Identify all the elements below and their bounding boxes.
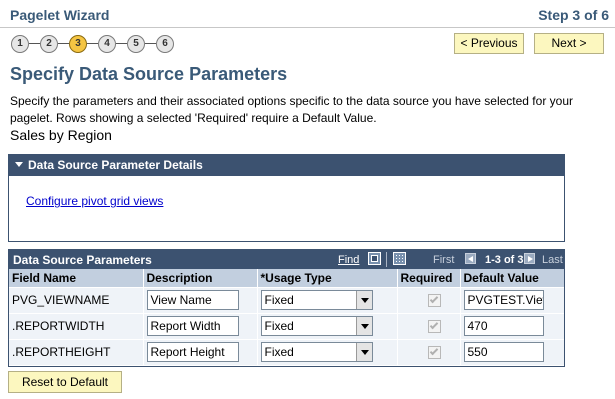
collapse-triangle-icon[interactable] — [15, 162, 23, 167]
step-indicator-label: Step 3 of 6 — [538, 7, 609, 23]
row-count: 1-3 of 3 — [485, 254, 524, 266]
step-4: 4 — [98, 35, 116, 53]
column-header-default-value: Default Value — [460, 269, 564, 288]
step-1: 1 — [11, 35, 29, 53]
step-3-current: 3 — [69, 35, 87, 53]
usage-type-select[interactable]: Fixed — [260, 290, 373, 310]
column-header-field-name: Field Name — [9, 269, 144, 288]
default-value-input[interactable]: PVGTEST.View — [463, 290, 544, 310]
description-input[interactable]: Report Width — [146, 316, 239, 336]
field-name-cell: PVG_VIEWNAME — [9, 287, 144, 314]
step-connector — [145, 43, 156, 44]
download-grid-icon[interactable] — [393, 252, 406, 265]
column-header-usage-type: *Usage Type — [257, 269, 398, 288]
column-header-description: Description — [143, 269, 258, 288]
parameter-details-header[interactable]: Data Source Parameter Details — [9, 155, 564, 176]
page-description: Specify the parameters and their associa… — [10, 94, 573, 125]
usage-type-value: Fixed — [264, 319, 294, 333]
table-row: .REPORTWIDTH Report Width Fixed 470 — [9, 313, 564, 340]
reset-to-default-button[interactable]: Reset to Default — [8, 371, 122, 393]
parameters-table: Field Name Description *Usage Type Requi… — [9, 269, 564, 366]
usage-type-value: Fixed — [264, 345, 294, 359]
field-name-cell: .REPORTHEIGHT — [9, 339, 144, 366]
table-row: .REPORTHEIGHT Report Height Fixed 550 — [9, 339, 564, 366]
usage-type-value: Fixed — [264, 293, 294, 307]
column-header-required: Required — [397, 269, 461, 288]
header-divider — [0, 27, 615, 28]
chevron-down-icon[interactable] — [355, 291, 372, 309]
previous-row-arrow-icon[interactable] — [465, 253, 476, 264]
first-page-label: First — [433, 254, 455, 266]
chevron-down-icon[interactable] — [355, 317, 372, 335]
parameter-details-panel: Data Source Parameter Details Configure … — [8, 154, 565, 242]
step-connector — [58, 43, 69, 44]
step-5: 5 — [127, 35, 145, 53]
step-6: 6 — [156, 35, 174, 53]
last-page-label: Last — [542, 254, 563, 266]
view-all-icon[interactable] — [368, 252, 381, 265]
table-row: PVG_VIEWNAME View Name Fixed PVGTEST.Vie… — [9, 287, 564, 314]
toolbar-separator — [386, 252, 387, 267]
grid-title: Data Source Parameters — [13, 253, 152, 267]
next-row-arrow-icon[interactable] — [524, 253, 535, 264]
page-title: Specify Data Source Parameters — [10, 64, 288, 84]
field-name-cell: .REPORTWIDTH — [9, 313, 144, 340]
wizard-header: Pagelet Wizard Step 3 of 6 — [0, 0, 615, 28]
chevron-down-icon[interactable] — [355, 343, 372, 361]
description-input[interactable]: Report Height — [146, 342, 239, 362]
wizard-title: Pagelet Wizard — [10, 7, 110, 23]
step-2: 2 — [40, 35, 58, 53]
next-button[interactable]: Next > — [534, 33, 604, 54]
usage-type-select[interactable]: Fixed — [260, 316, 373, 336]
default-value-input[interactable]: 470 — [463, 316, 544, 336]
grid-toolbar: Data Source Parameters Find First 1-3 of… — [9, 250, 564, 269]
required-checkbox — [427, 345, 441, 359]
usage-type-select[interactable]: Fixed — [260, 342, 373, 362]
step-connector — [116, 43, 127, 44]
required-checkbox — [427, 293, 441, 307]
parameter-details-title: Data Source Parameter Details — [28, 158, 203, 172]
previous-button[interactable]: < Previous — [454, 33, 524, 54]
data-source-parameters-grid: Data Source Parameters Find First 1-3 of… — [8, 249, 565, 367]
step-connector — [29, 43, 40, 44]
find-link[interactable]: Find — [338, 254, 359, 266]
configure-pivot-grid-views-link[interactable]: Configure pivot grid views — [26, 194, 163, 208]
table-header-row: Field Name Description *Usage Type Requi… — [9, 269, 564, 288]
description-input[interactable]: View Name — [146, 290, 239, 310]
required-checkbox — [427, 319, 441, 333]
step-connector — [87, 43, 98, 44]
default-value-input[interactable]: 550 — [463, 342, 544, 362]
data-source-name: Sales by Region — [10, 127, 112, 143]
